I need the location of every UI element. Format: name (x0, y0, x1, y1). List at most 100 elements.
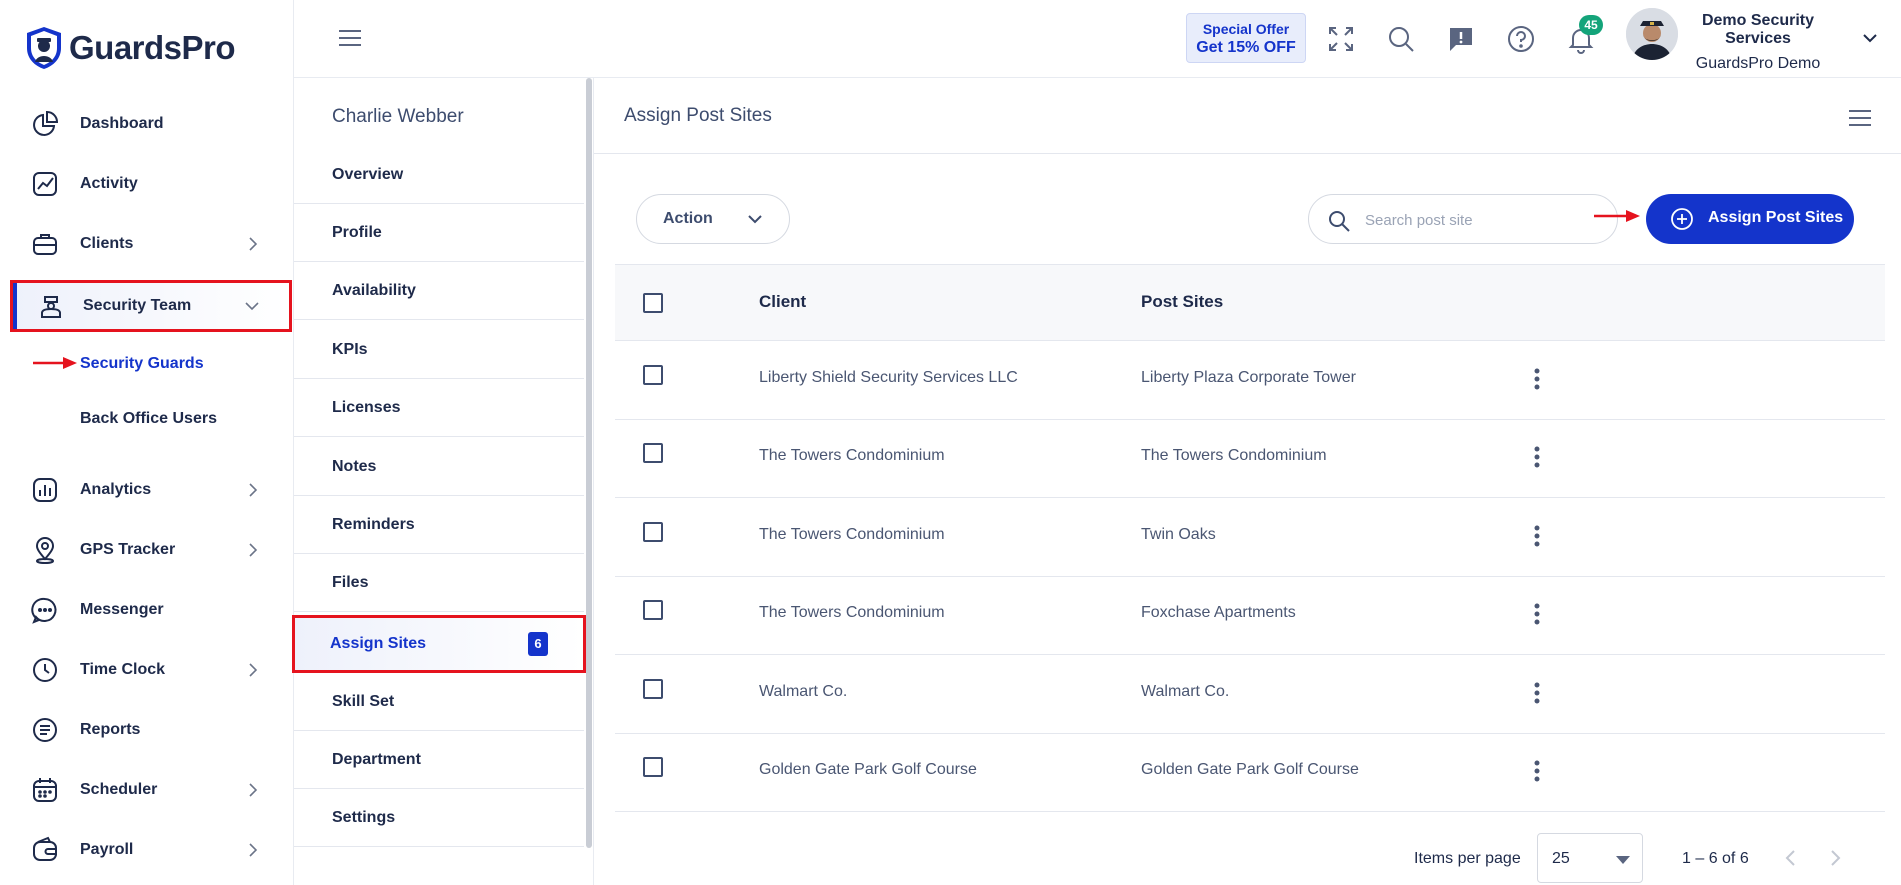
sidebar-item-label: Messenger (80, 601, 164, 618)
sidebar-item-messenger[interactable]: Messenger (10, 584, 292, 636)
tab-availability[interactable]: Availability (294, 262, 584, 320)
action-dropdown[interactable]: Action (636, 194, 790, 244)
select-all-checkbox[interactable] (643, 293, 663, 313)
feedback-icon[interactable] (1446, 24, 1476, 54)
tab-label: Reminders (332, 516, 415, 533)
post-site-cell: Twin Oaks (1141, 526, 1216, 543)
client-cell: Walmart Co. (759, 683, 848, 700)
assign-post-sites-button[interactable]: Assign Post Sites (1646, 194, 1854, 244)
table-row[interactable]: The Towers Condominium Foxchase Apartmen… (615, 576, 1885, 655)
chevron-down-icon[interactable] (1862, 30, 1878, 46)
report-list-icon (33, 718, 57, 742)
search-icon[interactable] (1386, 24, 1416, 54)
action-dropdown-label: Action (663, 210, 713, 227)
chevron-right-icon (249, 483, 258, 497)
post-site-cell: The Towers Condominium (1141, 447, 1327, 464)
activity-chart-icon (33, 172, 57, 196)
brand-logo[interactable]: GuardsPro (25, 26, 236, 70)
row-checkbox[interactable] (643, 600, 663, 620)
panel-menu-icon[interactable] (1848, 108, 1872, 128)
sidebar-subitem-back-office-users[interactable]: Back Office Users (80, 410, 217, 428)
more-options-icon[interactable] (1527, 679, 1547, 707)
client-cell: The Towers Condominium (759, 447, 945, 464)
sidebar-item-label: Analytics (80, 481, 152, 498)
tab-department[interactable]: Department (294, 731, 584, 789)
tab-overview[interactable]: Overview (294, 146, 584, 204)
post-site-cell: Liberty Plaza Corporate Tower (1141, 369, 1356, 386)
sidebar-item-time-clock[interactable]: Time Clock (10, 644, 292, 696)
tab-assign-sites[interactable]: Assign Sites 6 (292, 615, 586, 673)
more-options-icon[interactable] (1527, 600, 1547, 628)
search-input[interactable] (1365, 208, 1585, 232)
sidebar-item-clients[interactable]: Clients (10, 218, 292, 270)
tab-licenses[interactable]: Licenses (294, 379, 584, 437)
table-row[interactable]: The Towers Condominium The Towers Condom… (615, 419, 1885, 498)
subnav-scrollbar[interactable] (586, 78, 592, 848)
sidebar-item-scheduler[interactable]: Scheduler (10, 764, 292, 816)
special-offer-button[interactable]: Special Offer Get 15% OFF (1186, 13, 1306, 63)
sidebar-item-label: Payroll (80, 841, 134, 858)
tab-skill-set[interactable]: Skill Set (294, 673, 584, 731)
chevron-right-icon (249, 783, 258, 797)
guard-icon (41, 296, 61, 318)
row-checkbox[interactable] (643, 757, 663, 777)
tab-reminders[interactable]: Reminders (294, 496, 584, 554)
sidebar-item-activity[interactable]: Activity (10, 158, 292, 210)
items-per-page-select[interactable]: 25 (1537, 833, 1643, 883)
row-checkbox[interactable] (643, 365, 663, 385)
row-checkbox[interactable] (643, 443, 663, 463)
sidebar-subitem-security-guards[interactable]: Security Guards (80, 355, 204, 373)
tab-label: Department (332, 751, 421, 768)
sidebar-item-label: Security Team (83, 297, 192, 314)
table-header: Client Post Sites (615, 264, 1885, 341)
sidebar-item-payroll[interactable]: Payroll (10, 824, 292, 876)
sidebar-item-label: Activity (80, 175, 138, 192)
row-checkbox[interactable] (643, 522, 663, 542)
sidebar-item-analytics[interactable]: Analytics (10, 464, 292, 516)
brand-name: GuardsPro (69, 29, 236, 66)
sidebar-item-reports[interactable]: Reports (10, 704, 292, 756)
more-options-icon[interactable] (1527, 522, 1547, 550)
sidebar-item-label: Reports (80, 721, 141, 738)
tab-settings[interactable]: Settings (294, 789, 584, 847)
more-options-icon[interactable] (1527, 443, 1547, 471)
help-icon[interactable] (1506, 24, 1536, 54)
sidebar-item-label: GPS Tracker (80, 541, 176, 558)
next-page-icon[interactable] (1824, 847, 1846, 869)
table-row[interactable]: The Towers Condominium Twin Oaks (615, 498, 1885, 577)
sidebar-item-label: Time Clock (80, 661, 166, 678)
hamburger-menu-icon[interactable] (338, 28, 362, 48)
tab-files[interactable]: Files (294, 554, 584, 612)
client-cell: Golden Gate Park Golf Course (759, 761, 977, 778)
tab-label: KPIs (332, 341, 368, 358)
previous-page-icon[interactable] (1780, 847, 1802, 869)
sidebar-item-dashboard[interactable]: Dashboard (10, 98, 292, 150)
row-checkbox[interactable] (643, 679, 663, 699)
more-options-icon[interactable] (1527, 757, 1547, 785)
tab-notes[interactable]: Notes (294, 438, 584, 496)
items-per-page-value: 25 (1552, 850, 1570, 867)
more-options-icon[interactable] (1527, 365, 1547, 393)
search-icon (1329, 211, 1350, 232)
client-cell: The Towers Condominium (759, 604, 945, 621)
plus-circle-icon (1671, 208, 1693, 230)
fullscreen-icon[interactable] (1326, 24, 1356, 54)
wallet-icon (33, 836, 57, 861)
tab-kpis[interactable]: KPIs (294, 321, 584, 379)
sidebar: GuardsPro Dashboard Activity Clients Sec… (0, 0, 294, 885)
tab-profile[interactable]: Profile (294, 204, 584, 262)
logo-shield-icon (27, 27, 61, 69)
search-post-site[interactable] (1308, 194, 1618, 244)
briefcase-icon (33, 234, 57, 255)
table-row[interactable]: Liberty Shield Security Services LLC Lib… (615, 341, 1885, 420)
offer-title: Special Offer (1202, 21, 1290, 37)
table-row[interactable]: Walmart Co. Walmart Co. (615, 655, 1885, 734)
table-row[interactable]: Golden Gate Park Golf Course Golden Gate… (615, 733, 1885, 812)
sidebar-item-security-team[interactable]: Security Team (10, 280, 292, 332)
post-site-cell: Foxchase Apartments (1141, 604, 1296, 621)
account-info[interactable]: Demo Security Services GuardsPro Demo (1688, 12, 1828, 73)
sidebar-item-gps-tracker[interactable]: GPS Tracker (10, 524, 292, 576)
sidebar-item-label: Dashboard (80, 115, 164, 132)
tab-label: Skill Set (332, 693, 395, 710)
user-avatar[interactable] (1626, 8, 1678, 60)
